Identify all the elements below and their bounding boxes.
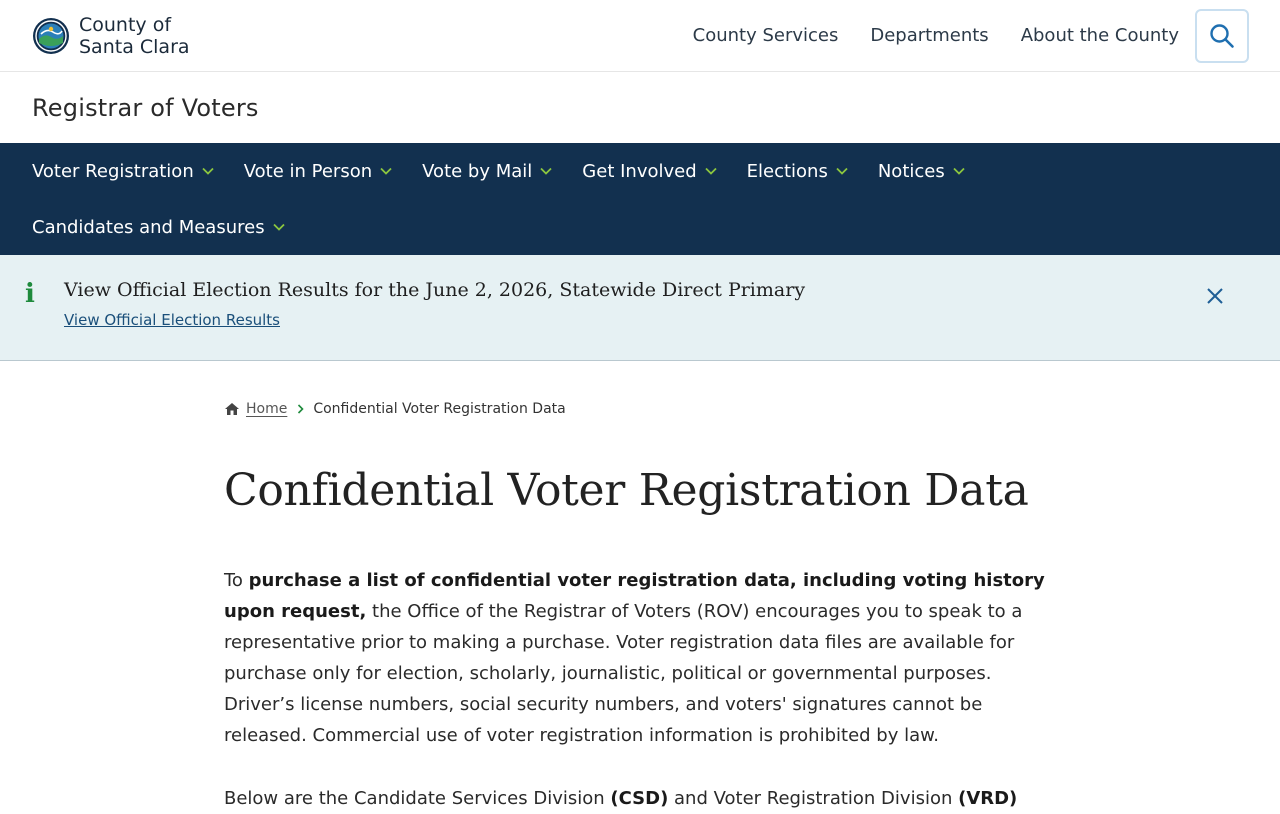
divisions-paragraph: Below are the Candidate Services Divisio… — [224, 783, 1064, 814]
alert-title: View Official Election Results for the J… — [64, 279, 806, 301]
page-title: Confidential Voter Registration Data — [224, 465, 1029, 516]
chevron-down-icon — [705, 167, 717, 175]
nav-elections[interactable]: Elections — [747, 161, 848, 182]
alert-results-link[interactable]: View Official Election Results — [64, 311, 280, 329]
chevron-down-icon — [836, 167, 848, 175]
search-icon — [1210, 23, 1234, 48]
nav-vote-by-mail[interactable]: Vote by Mail — [422, 161, 552, 182]
search-button[interactable] — [1195, 8, 1249, 63]
info-icon: i — [25, 279, 35, 309]
county-name-line2: Santa Clara — [79, 35, 190, 58]
breadcrumb-home-link[interactable]: Home — [246, 401, 287, 417]
nav-get-involved[interactable]: Get Involved — [582, 160, 717, 182]
divisions-vrd: (VRD) — [958, 788, 1018, 809]
chevron-down-icon — [953, 167, 965, 175]
department-title[interactable]: Registrar of Voters — [32, 94, 259, 122]
divisions-text-c: and Voter Registration Division — [668, 788, 959, 809]
nav-item-label: Get Involved — [582, 160, 697, 182]
nav-item-label: Vote by Mail — [422, 160, 533, 182]
intro-rest: the Office of the Registrar of Voters (R… — [224, 601, 1023, 746]
main-nav: Voter Registration Vote in Person Vote b… — [0, 143, 1280, 255]
top-nav-departments[interactable]: Departments — [870, 25, 988, 46]
nav-vote-in-person[interactable]: Vote in Person — [244, 161, 392, 182]
chevron-down-icon — [380, 167, 392, 175]
top-nav-about[interactable]: About the County — [1021, 25, 1179, 46]
breadcrumb-current: Confidential Voter Registration Data — [313, 401, 566, 417]
nav-notices[interactable]: Notices — [878, 161, 965, 182]
department-bar: Registrar of Voters — [0, 72, 1280, 143]
county-logo-link[interactable]: County of Santa Clara — [32, 14, 190, 58]
county-name: County of Santa Clara — [79, 14, 190, 58]
nav-candidates-and-measures[interactable]: Candidates and Measures — [32, 217, 285, 238]
main-nav-row-1: Voter Registration Vote in Person Vote b… — [32, 143, 1248, 199]
nav-item-label: Candidates and Measures — [32, 216, 265, 238]
top-nav-county-services[interactable]: County Services — [693, 25, 839, 46]
home-icon — [225, 403, 239, 415]
election-results-alert: i View Official Election Results for the… — [0, 255, 1280, 361]
nav-item-label: Notices — [877, 160, 945, 182]
chevron-down-icon — [272, 223, 285, 231]
chevron-down-icon — [540, 167, 552, 175]
county-seal-icon — [33, 17, 69, 54]
breadcrumb: Home Confidential Voter Registration Dat… — [224, 399, 1064, 419]
intro-paragraph: To purchase a list of confidential voter… — [224, 565, 1064, 751]
top-nav: County Services Departments About the Co… — [693, 8, 1249, 63]
nav-item-label: Voter Registration — [32, 160, 194, 182]
nav-voter-registration[interactable]: Voter Registration — [32, 161, 214, 182]
nav-item-label: Elections — [746, 160, 828, 182]
nav-item-label: Vote in Person — [243, 160, 373, 182]
county-name-line1: County of — [79, 13, 172, 36]
main-content: Home Confidential Voter Registration Dat… — [0, 399, 1064, 814]
divisions-text-a: Below are the Candidate Services Divisio… — [224, 788, 611, 809]
chevron-right-icon — [297, 404, 304, 414]
close-icon[interactable] — [1206, 287, 1224, 305]
intro-prefix: To — [224, 570, 249, 591]
divisions-csd: (CSD) — [610, 788, 669, 809]
chevron-down-icon — [202, 167, 214, 175]
top-header: County of Santa Clara County Services De… — [0, 0, 1280, 72]
main-nav-row-2: Candidates and Measures — [32, 199, 1248, 255]
